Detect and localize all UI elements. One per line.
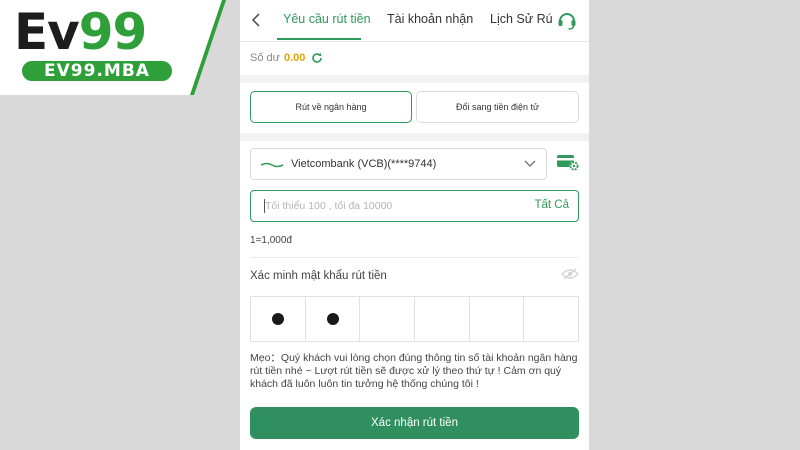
pin-digit-2[interactable]: [306, 297, 361, 341]
tab-receiving-account[interactable]: Tài khoản nhận: [387, 12, 473, 26]
exchange-rate: 1=1,000đ: [250, 235, 292, 246]
logo-domain-badge: EV99.MBA: [20, 59, 174, 83]
withdraw-password-label: Xác minh mật khẩu rút tiền: [250, 270, 387, 282]
method-bank-button[interactable]: Rút về ngân hàng: [250, 91, 412, 123]
pin-digit-3[interactable]: [360, 297, 416, 341]
method-ewallet-button[interactable]: Đổi sang tiền điện tử: [416, 91, 579, 123]
divider-line: [250, 257, 579, 258]
active-tab-indicator: [277, 38, 361, 40]
balance-row: Số dư 0.00: [250, 52, 323, 64]
headset-icon[interactable]: [556, 9, 578, 31]
brand-logo: Ev99 EV99.MBA: [0, 0, 240, 95]
section-divider: [240, 75, 589, 83]
withdraw-password-pin[interactable]: [250, 296, 579, 342]
bank-account-select[interactable]: Vietcombank (VCB)(****9744): [250, 148, 547, 180]
tab-withdraw-request[interactable]: Yêu cầu rút tiền: [283, 12, 371, 26]
confirm-withdraw-button[interactable]: Xác nhận rút tiền: [250, 407, 579, 439]
card-gear-icon[interactable]: [556, 152, 580, 172]
chevron-down-icon: [524, 160, 536, 167]
pin-digit-5[interactable]: [470, 297, 525, 341]
tab-history[interactable]: Lịch Sử Rú: [490, 12, 553, 26]
vcb-logo-icon: [261, 162, 283, 168]
pin-dot: [271, 313, 284, 325]
logo-wordmark: Ev99: [14, 3, 148, 61]
balance-value: 0.00: [284, 52, 306, 64]
text-caret: [264, 199, 265, 213]
withdraw-panel: Yêu cầu rút tiền Tài khoản nhận Lịch Sử …: [240, 0, 589, 450]
withdraw-amount-field[interactable]: Tất Cả: [250, 190, 579, 222]
withdraw-amount-input[interactable]: [251, 191, 521, 221]
refresh-icon[interactable]: [311, 52, 323, 64]
logo-wordmark-ev: Ev: [14, 3, 80, 61]
withdraw-all-button[interactable]: Tất Cả: [534, 199, 569, 211]
balance-label: Số dư: [250, 52, 280, 64]
pin-dot: [326, 313, 339, 325]
pin-digit-6[interactable]: [524, 297, 578, 341]
logo-wordmark-99: 99: [78, 3, 148, 61]
pin-digit-1[interactable]: [251, 297, 306, 341]
bank-account-value: Vietcombank (VCB)(****9744): [291, 158, 437, 170]
section-divider: [240, 133, 589, 141]
top-nav: Yêu cầu rút tiền Tài khoản nhận Lịch Sử …: [240, 0, 589, 42]
eye-hidden-icon[interactable]: [561, 268, 579, 280]
chevron-left-icon[interactable]: [250, 12, 262, 28]
withdraw-tip: Mẹo：Quý khách vui lòng chọn đúng thông t…: [250, 352, 578, 390]
pin-digit-4[interactable]: [415, 297, 470, 341]
